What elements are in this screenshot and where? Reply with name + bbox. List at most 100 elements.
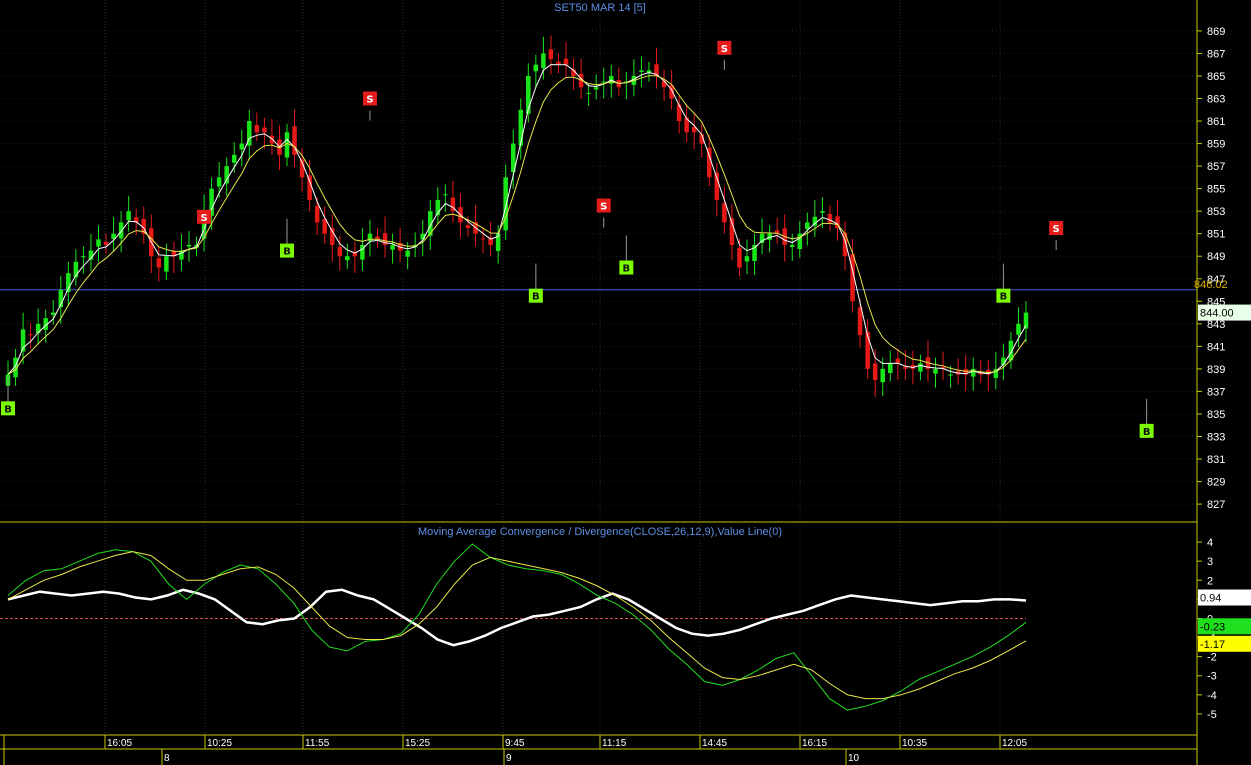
day-label: 8 — [164, 753, 170, 764]
candle-body — [676, 104, 682, 122]
x-tick-label: 12:05 — [1002, 738, 1027, 749]
signal-label: S — [1053, 224, 1060, 235]
signal-label: B — [4, 404, 12, 415]
x-tick-label: 10:25 — [207, 738, 232, 749]
y-tick-label: 869 — [1207, 26, 1225, 38]
candle-body — [164, 256, 169, 272]
last-price-label: 844.00 — [1200, 308, 1234, 320]
day-label: 9 — [506, 753, 512, 764]
macd-last-value-label: 0.94 — [1200, 593, 1221, 605]
candle-body — [118, 222, 124, 239]
candle-body — [50, 312, 56, 315]
candle-body — [593, 87, 599, 90]
y-tick-label: 851 — [1207, 229, 1225, 241]
candle-body — [231, 154, 237, 163]
candle-body — [96, 239, 101, 247]
y-tick-label: 841 — [1207, 341, 1225, 353]
signal-label: B — [283, 247, 291, 258]
price-panel[interactable]: B S B S B S B S B S B — [0, 35, 1197, 438]
x-tick-label: 16:15 — [802, 738, 827, 749]
trading-chart: BSBSBSBSBSB 8698678658638618598578558538… — [0, 0, 1251, 765]
day-label: 10 — [848, 753, 860, 764]
y-tick-label: 831 — [1207, 454, 1225, 466]
candle-body — [186, 244, 192, 247]
candle-body — [224, 166, 229, 184]
candle-body — [126, 211, 131, 221]
y-tick-label: 839 — [1207, 364, 1225, 376]
candle-body — [345, 256, 350, 261]
y-tick-label: 3 — [1207, 556, 1213, 568]
y-tick-label: -2 — [1207, 652, 1217, 664]
signal-label: S — [721, 44, 728, 55]
macd-chart-title: Moving Average Convergence / Divergence(… — [418, 526, 782, 538]
candle-body — [895, 358, 901, 364]
candle-body — [737, 247, 742, 268]
candle-body — [216, 177, 222, 187]
candle-body — [948, 374, 953, 376]
moving-average-fast — [7, 64, 1027, 375]
candle-body — [254, 125, 260, 133]
y-tick-label: 865 — [1207, 71, 1225, 83]
candle-body — [390, 244, 395, 250]
y-tick-label: 849 — [1207, 251, 1225, 263]
y-tick-label: 4 — [1207, 537, 1213, 549]
candle-body — [156, 258, 162, 268]
signal-label: S — [200, 213, 207, 224]
y-tick-label: 855 — [1207, 184, 1225, 196]
signal-label: B — [532, 292, 540, 303]
macd-series-line — [7, 588, 1027, 647]
candle-body — [661, 80, 667, 88]
y-tick-label: -5 — [1207, 709, 1217, 721]
candle-body — [880, 368, 885, 383]
candle-body — [586, 92, 591, 94]
signal-label: S — [600, 202, 607, 213]
candle-body — [28, 334, 33, 336]
x-tick-label: 15:25 — [405, 738, 430, 749]
candle-body — [789, 244, 795, 247]
candle-body — [307, 175, 312, 200]
candle-body — [337, 246, 343, 257]
y-tick-label: 829 — [1207, 477, 1225, 489]
axes: 8698678658638618598578558538518498478458… — [0, 0, 1251, 765]
y-tick-label: -4 — [1207, 690, 1217, 702]
price-chart-title: SET50 MAR 14 [5] — [554, 2, 646, 14]
candle-body — [541, 53, 546, 69]
candle-body — [918, 363, 923, 372]
y-tick-label: 2 — [1207, 575, 1213, 587]
candle-body — [103, 242, 109, 245]
candle-body — [1016, 323, 1021, 335]
y-tick-label: 859 — [1207, 139, 1225, 151]
candle-body — [872, 363, 878, 381]
candle-body — [465, 225, 471, 229]
candle-body — [744, 256, 750, 262]
candle-body — [903, 366, 908, 369]
x-tick-label: 16:05 — [107, 738, 132, 749]
y-tick-label: 863 — [1207, 94, 1225, 106]
candle-body — [548, 49, 554, 60]
y-tick-label: 837 — [1207, 386, 1225, 398]
candle-body — [888, 363, 893, 373]
y-tick-label: 867 — [1207, 48, 1225, 60]
candle-body — [805, 222, 810, 229]
candle-body — [601, 81, 606, 83]
y-tick-label: 833 — [1207, 432, 1225, 444]
y-tick-label: 843 — [1207, 319, 1225, 331]
signal-label: S — [366, 95, 373, 106]
signal-label: B — [1000, 292, 1008, 303]
reference-line-label: 846.02 — [1194, 279, 1228, 291]
x-tick-label: 9:45 — [505, 738, 525, 749]
x-tick-label: 10:35 — [902, 738, 927, 749]
x-tick-label: 14:45 — [702, 738, 727, 749]
macd-panel[interactable] — [0, 543, 1027, 711]
grid-lines — [0, 0, 1197, 733]
candle-body — [262, 127, 267, 133]
y-tick-label: -3 — [1207, 671, 1217, 683]
candle-body — [480, 238, 486, 240]
candle-body — [269, 135, 275, 144]
y-tick-label: 857 — [1207, 161, 1225, 173]
candle-body — [933, 368, 938, 374]
candle-body — [503, 177, 508, 231]
candle-body — [820, 211, 825, 213]
candle-body — [970, 368, 976, 377]
candle-body — [533, 64, 539, 72]
